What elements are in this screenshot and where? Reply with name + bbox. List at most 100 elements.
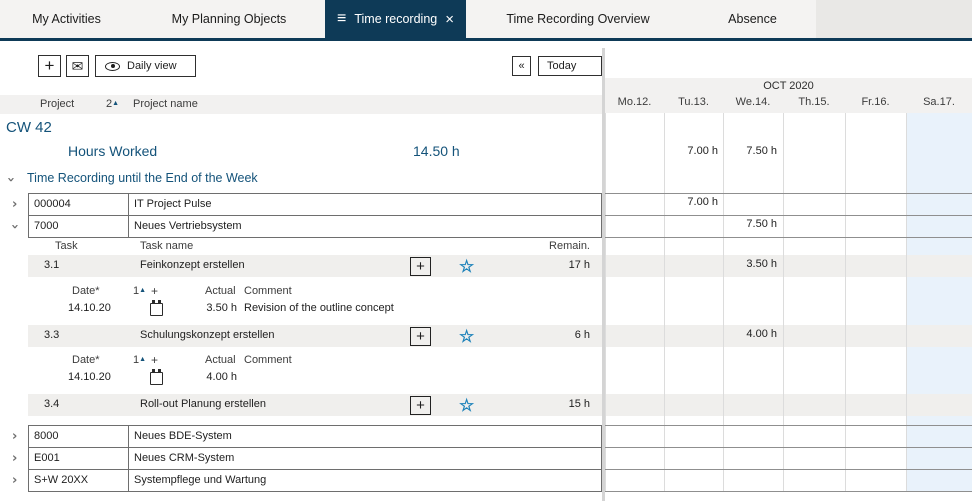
project-000004-tu-value[interactable]: 7.00 h [666,196,718,208]
task-id: 3.4 [44,398,59,410]
task-remaining: 17 h [480,259,590,271]
task-name-column-header[interactable]: Task name [140,240,193,252]
grid-line [664,113,665,492]
grid-line [605,215,972,216]
month-label: OCT 2020 [605,80,972,92]
project-code: 8000 [29,426,129,447]
tab-absence[interactable]: Absence [690,0,815,38]
task-column-header[interactable]: Task [55,240,78,252]
expand-chevron[interactable]: › [12,474,17,487]
day-header-mo[interactable]: Mo.12. [605,96,664,108]
favorite-star-icon[interactable]: ☆ [459,258,474,275]
task-name: Feinkonzept erstellen [140,259,245,271]
project-code: E001 [29,448,129,469]
tab-time-recording[interactable]: ≡ Time recording × [325,0,466,38]
add-entry-button[interactable]: + [151,353,158,367]
project-name: Neues CRM-System [129,448,601,469]
expand-chevron[interactable]: › [12,452,17,465]
tab-label: Absence [728,12,777,26]
add-booking-button[interactable]: + [410,327,431,346]
task-name: Schulungskonzept erstellen [140,329,275,341]
sort-asc-icon: ▲ [139,287,146,294]
project-name-column-header[interactable]: Project name [133,98,198,110]
day-header-we[interactable]: We.14. [723,96,783,108]
project-column-header[interactable]: Project [40,98,74,110]
collapse-chevron[interactable]: › [8,224,21,229]
task-grid-row [605,394,972,416]
task-grid-row [605,325,972,347]
entry-date[interactable]: 14.10.20 [68,371,111,383]
project-row-7000[interactable]: 7000 Neues Vertriebsystem [28,215,602,238]
project-code: S+W 20XX [29,470,129,491]
tab-my-planning-objects[interactable]: My Planning Objects [133,0,325,38]
actual-column-header[interactable]: Actual [205,354,236,366]
mail-icon: ✉ [72,58,84,75]
tab-bar: My Activities My Planning Objects ≡ Time… [0,0,972,41]
add-booking-button[interactable]: + [410,257,431,276]
grid-line [605,447,972,448]
grid-line [845,113,846,492]
grid-line [605,491,972,492]
project-row-8000[interactable]: 8000 Neues BDE-System [28,425,602,448]
favorite-star-icon[interactable]: ☆ [459,397,474,414]
add-booking-button[interactable]: + [410,396,431,415]
entry-actual[interactable]: 3.50 h [175,302,237,314]
view-selector[interactable]: Daily view [95,55,196,77]
pane-splitter[interactable] [602,48,605,501]
hours-worked-we-value[interactable]: 7.50 h [725,145,777,157]
day-header-sa[interactable]: Sa.17. [906,96,972,108]
date-column-header[interactable]: Date* [72,285,100,297]
expand-chevron[interactable]: › [12,198,17,211]
day-header-th[interactable]: Th.15. [783,96,845,108]
task-id: 3.3 [44,329,59,341]
entry-sort-indicator[interactable]: 1▲ [133,285,146,297]
tab-time-recording-overview[interactable]: Time Recording Overview [466,0,690,38]
task-grid-row [605,255,972,277]
project-7000-we-value[interactable]: 7.50 h [725,218,777,230]
entry-date[interactable]: 14.10.20 [68,302,111,314]
menu-icon[interactable]: ≡ [337,11,346,27]
task-3-1-we-value[interactable]: 3.50 h [725,258,777,270]
sort-indicator[interactable]: 2▲ [106,98,119,110]
project-row-e001[interactable]: E001 Neues CRM-System [28,447,602,470]
comment-column-header[interactable]: Comment [244,285,292,297]
section-header[interactable]: Time Recording until the End of the Week [27,171,258,185]
grid-line [906,113,907,492]
project-name: IT Project Pulse [129,194,601,215]
calendar-icon[interactable] [150,372,163,385]
entry-comment[interactable]: Revision of the outline concept [244,302,394,314]
hours-worked-label: Hours Worked [68,143,157,159]
grid-line [783,113,784,492]
day-header-tu[interactable]: Tu.13. [664,96,723,108]
close-icon[interactable]: × [445,12,454,27]
calendar-icon[interactable] [150,303,163,316]
add-button[interactable]: + [38,55,61,77]
task-name: Roll-out Planung erstellen [140,398,266,410]
tab-label: My Activities [32,12,101,26]
project-name: Neues Vertriebsystem [129,216,601,237]
task-id: 3.1 [44,259,59,271]
project-name: Systempflege und Wartung [129,470,601,491]
entry-actual[interactable]: 4.00 h [175,371,237,383]
time-recording-app: My Activities My Planning Objects ≡ Time… [0,0,972,501]
task-3-3-we-value[interactable]: 4.00 h [725,328,777,340]
project-row-sw20xx[interactable]: S+W 20XX Systempflege und Wartung [28,469,602,492]
entry-sort-indicator[interactable]: 1▲ [133,354,146,366]
favorite-star-icon[interactable]: ☆ [459,328,474,345]
grid-line [605,113,606,492]
expand-chevron[interactable]: › [12,430,17,443]
remain-column-header[interactable]: Remain. [480,240,590,252]
view-selector-label: Daily view [127,60,177,72]
today-button[interactable]: Today [538,56,602,76]
project-row-000004[interactable]: 000004 IT Project Pulse [28,193,602,216]
comment-column-header[interactable]: Comment [244,354,292,366]
tab-my-activities[interactable]: My Activities [0,0,133,38]
date-column-header[interactable]: Date* [72,354,100,366]
day-header-fr[interactable]: Fr.16. [845,96,906,108]
previous-week-button[interactable]: « [512,56,531,76]
actual-column-header[interactable]: Actual [205,285,236,297]
section-collapse-chevron[interactable]: › [4,177,17,182]
mail-button[interactable]: ✉ [66,55,89,77]
hours-worked-tu-value[interactable]: 7.00 h [666,145,718,157]
add-entry-button[interactable]: + [151,284,158,298]
